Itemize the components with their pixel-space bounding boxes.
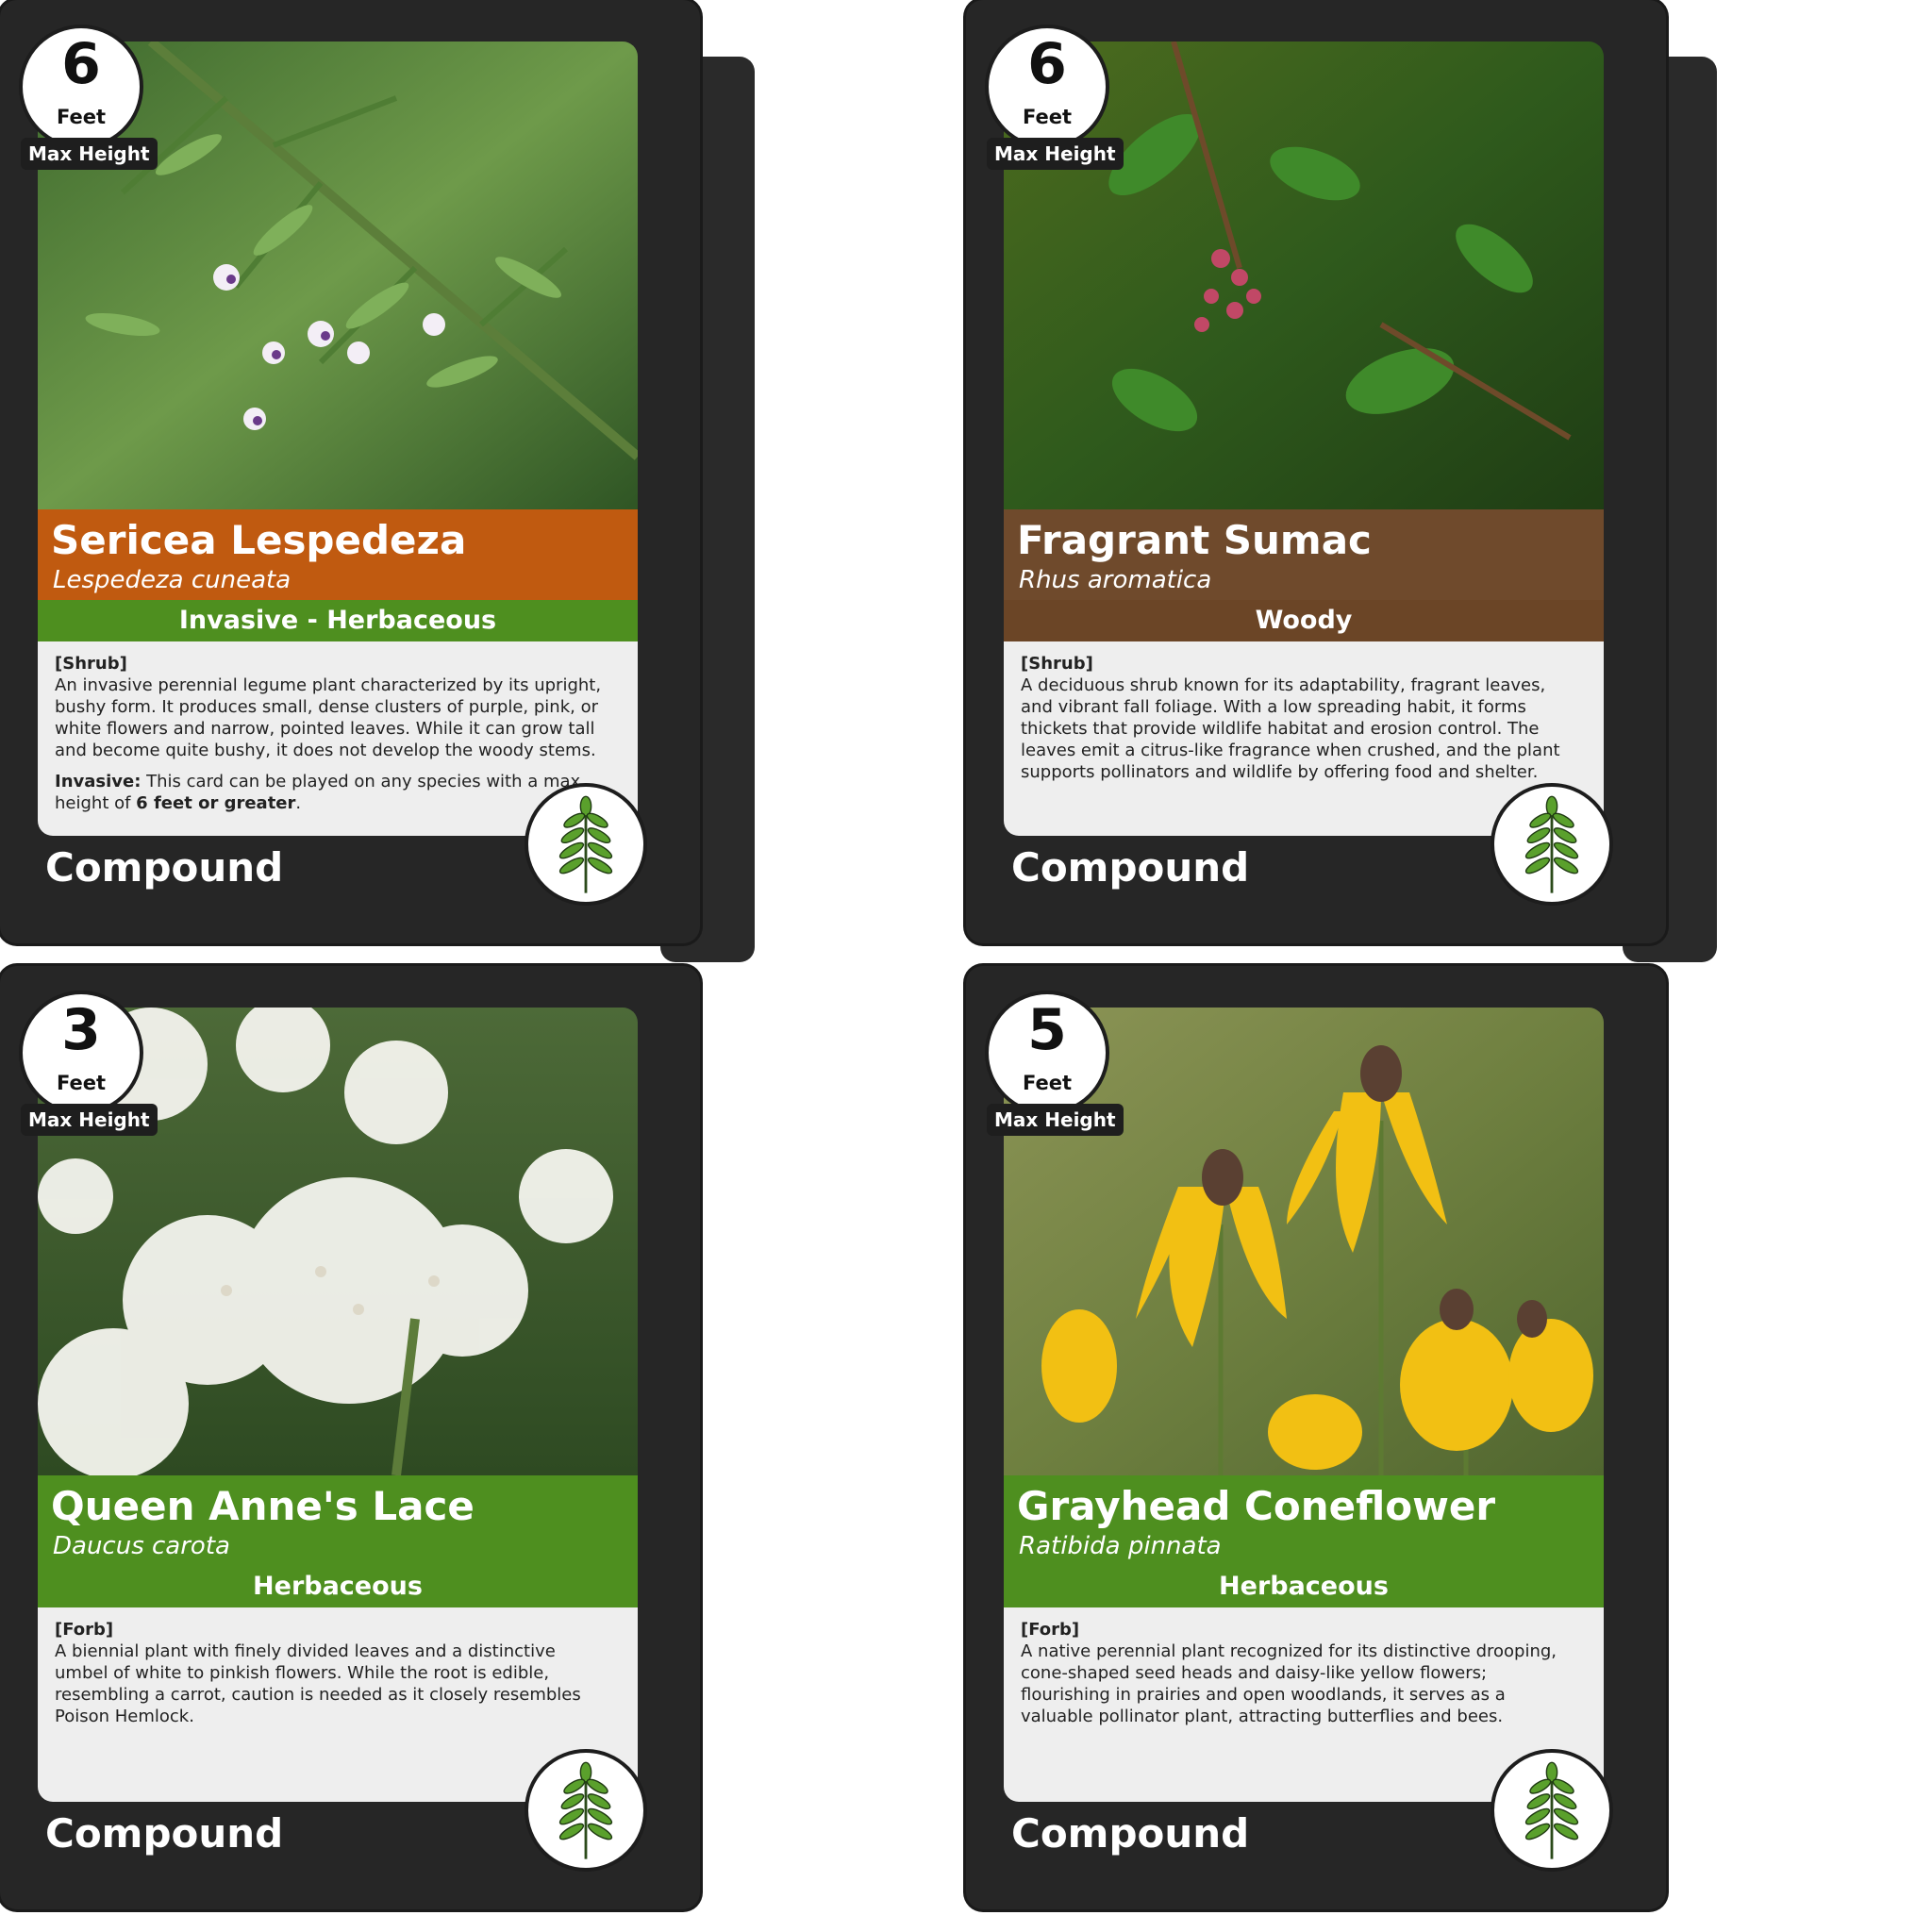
height-value: 5	[1027, 997, 1067, 1063]
habit-label: [Forb]	[55, 1620, 114, 1640]
plant-name: Fragrant Sumac	[1017, 517, 1372, 563]
height-unit: Feet	[1022, 1072, 1073, 1094]
scientific-name: Lespedeza cuneata	[53, 566, 291, 594]
habit-label: [Forb]	[1021, 1620, 1080, 1640]
height-unit: Feet	[56, 1072, 107, 1094]
compound-leaf-icon	[525, 1749, 647, 1872]
note-end: .	[295, 793, 302, 813]
max-height-badge: 6 Feet	[19, 25, 143, 149]
scientific-name: Ratibida pinnata	[1019, 1532, 1222, 1560]
note-label: Invasive:	[55, 772, 142, 791]
description-text: A biennial plant with finely divided lea…	[55, 1641, 581, 1726]
scientific-name: Daucus carota	[53, 1532, 230, 1560]
category-band: Woody	[1004, 600, 1604, 641]
title-band: Fragrant Sumac Rhus aromatica	[1004, 509, 1604, 600]
category-band: Invasive - Herbaceous	[38, 600, 638, 641]
leaf-type-label: Compound	[1011, 844, 1250, 891]
plant-name: Grayhead Coneflower	[1017, 1483, 1496, 1529]
max-height-label: Max Height	[987, 138, 1124, 170]
description-text: A native perennial plant recognized for …	[1021, 1641, 1557, 1726]
note-bold: 6 feet or greater	[136, 793, 296, 813]
max-height-badge: 5 Feet	[985, 991, 1109, 1115]
title-band: Sericea Lespedeza Lespedeza cuneata	[38, 509, 638, 600]
description-text: A deciduous shrub known for its adaptabi…	[1021, 675, 1560, 782]
height-value: 6	[61, 31, 101, 97]
category-band: Herbaceous	[38, 1566, 638, 1607]
max-height-label: Max Height	[21, 1104, 158, 1136]
compound-leaf-icon	[525, 783, 647, 906]
leaf-type-label: Compound	[45, 844, 284, 891]
plant-card[interactable]: Queen Anne's Lace Daucus carota Herbaceo…	[0, 966, 700, 1909]
compound-leaf-icon	[1491, 1749, 1613, 1872]
plant-name: Sericea Lespedeza	[51, 517, 467, 563]
height-value: 6	[1027, 31, 1067, 97]
max-height-badge: 6 Feet	[985, 25, 1109, 149]
max-height-label: Max Height	[987, 1104, 1124, 1136]
max-height-label: Max Height	[21, 138, 158, 170]
compound-leaf-icon	[1491, 783, 1613, 906]
scientific-name: Rhus aromatica	[1019, 566, 1212, 594]
invasive-note: Invasive: This card can be played on any…	[55, 771, 611, 814]
category-band: Herbaceous	[1004, 1566, 1604, 1607]
plant-card[interactable]: Grayhead Coneflower Ratibida pinnata Her…	[966, 966, 1666, 1909]
height-unit: Feet	[1022, 106, 1073, 128]
leaf-type-label: Compound	[45, 1810, 284, 1857]
title-band: Grayhead Coneflower Ratibida pinnata	[1004, 1475, 1604, 1566]
height-value: 3	[61, 997, 101, 1063]
plant-card[interactable]: Fragrant Sumac Rhus aromatica Woody [Shr…	[966, 0, 1666, 943]
habit-label: [Shrub]	[1021, 654, 1093, 674]
max-height-badge: 3 Feet	[19, 991, 143, 1115]
description-text: An invasive perennial legume plant chara…	[55, 675, 602, 760]
leaf-type-label: Compound	[1011, 1810, 1250, 1857]
height-unit: Feet	[56, 106, 107, 128]
title-band: Queen Anne's Lace Daucus carota	[38, 1475, 638, 1566]
plant-name: Queen Anne's Lace	[51, 1483, 475, 1529]
habit-label: [Shrub]	[55, 654, 127, 674]
plant-card[interactable]: Sericea Lespedeza Lespedeza cuneata Inva…	[0, 0, 700, 943]
